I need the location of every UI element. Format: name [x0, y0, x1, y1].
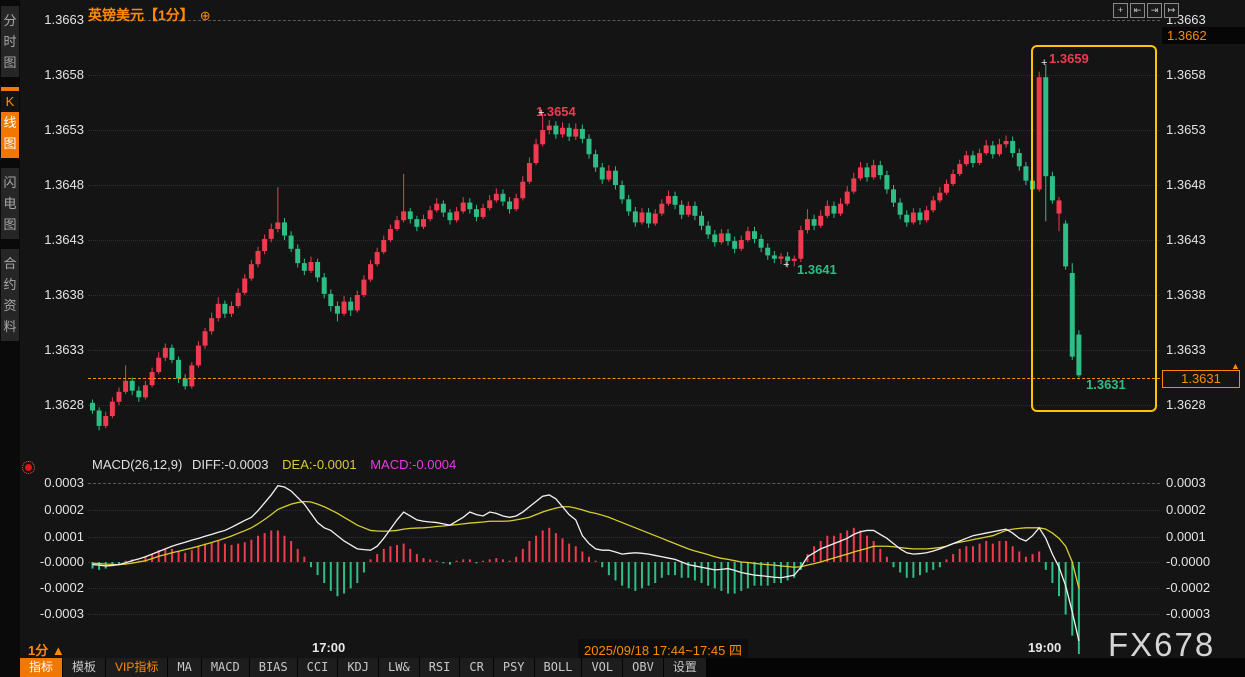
- toolbar-tab-OBV[interactable]: OBV: [623, 658, 663, 677]
- chart-type-sidebar: 分时图 K线图闪电图合约资料: [0, 0, 20, 677]
- time-range-label: 2025/09/18 17:44~17:45 四: [578, 639, 748, 660]
- price-axis-label-left: 1.3643: [20, 233, 84, 247]
- macd-axis-label-left: -0.0003: [20, 607, 84, 621]
- pan-right-icon[interactable]: ↦: [1164, 3, 1179, 18]
- macd-axis-label-left: 0.0003: [20, 476, 84, 490]
- sidebar-tab-闪电图[interactable]: 闪电图: [1, 168, 19, 239]
- add-indicator-icon[interactable]: ⊕: [200, 8, 211, 23]
- macd-axis-label-right: -0.0003: [1166, 607, 1240, 621]
- scale-left-icon[interactable]: ⇤: [1130, 3, 1145, 18]
- toolbar-tab-BOLL[interactable]: BOLL: [535, 658, 582, 677]
- toolbar-tab-指标[interactable]: 指标: [20, 658, 62, 677]
- price-axis-label-left: 1.3633: [20, 343, 84, 357]
- move-icon[interactable]: +: [1113, 3, 1128, 18]
- watermark: FX678: [1108, 626, 1215, 664]
- toolbar-tab-BIAS[interactable]: BIAS: [250, 658, 297, 677]
- period-label: 【1分】: [144, 7, 194, 23]
- macd-header: MACD(26,12,9) DIFF:-0.0003 DEA:-0.0001 M…: [92, 457, 456, 472]
- low-marker-icon: +: [783, 259, 789, 271]
- price-axis-label-right: 1.3628: [1166, 398, 1240, 412]
- last-price-label: 1.3631: [1086, 377, 1126, 392]
- price-axis-label-left: 1.3628: [20, 398, 84, 412]
- price-axis-label-right: 1.3643: [1166, 233, 1240, 247]
- toolbar-tab-设置[interactable]: 设置: [664, 658, 706, 677]
- price-axis-label-right: 1.3638: [1166, 288, 1240, 302]
- candlestick-chart[interactable]: [88, 20, 1160, 452]
- sidebar-tab-分时图[interactable]: 分时图: [1, 6, 19, 77]
- live-indicator-icon: [25, 464, 32, 471]
- interval-selector[interactable]: 1分 ▲: [28, 640, 65, 659]
- toolbar-tab-VIP指标[interactable]: VIP指标: [106, 658, 167, 677]
- symbol-name: 英镑美元: [88, 7, 144, 23]
- symbol-title: 英镑美元【1分】 ⊕: [88, 5, 211, 25]
- toolbar-tab-模板[interactable]: 模板: [63, 658, 105, 677]
- macd-diff-value: DIFF:-0.0003: [192, 457, 269, 472]
- macd-axis-label-left: 0.0001: [20, 530, 84, 544]
- price-axis-label-left: 1.3653: [20, 123, 84, 137]
- macd-axis-label-right: -0.0000: [1166, 555, 1240, 569]
- price-up-arrow-icon: ▲: [1231, 361, 1240, 371]
- last-price-cell: 1.3631: [1162, 370, 1240, 388]
- toolbar-tab-MACD[interactable]: MACD: [202, 658, 249, 677]
- high-marker-icon: +: [538, 107, 544, 119]
- dea-line: [93, 502, 1079, 589]
- price-axis-label-right: 1.3658: [1166, 68, 1240, 82]
- macd-axis-label-right: 0.0003: [1166, 476, 1240, 490]
- macd-axis-label-right: 0.0002: [1166, 503, 1240, 517]
- spike-high-label: 1.3659: [1049, 51, 1089, 66]
- highlight-box: [1031, 45, 1157, 412]
- diff-line: [93, 486, 1079, 641]
- toolbar-tab-KDJ[interactable]: KDJ: [338, 658, 378, 677]
- sidebar-tab-K线图[interactable]: K线图: [1, 87, 19, 158]
- macd-axis-label-left: -0.0002: [20, 581, 84, 595]
- spike-marker-icon: +: [1041, 57, 1047, 69]
- macd-axis-label-left: 0.0002: [20, 503, 84, 517]
- toolbar-tab-VOL[interactable]: VOL: [582, 658, 622, 677]
- toolbar-tab-MA[interactable]: MA: [168, 658, 200, 677]
- price-axis-label-left: 1.3648: [20, 178, 84, 192]
- time-label-19: 19:00: [1028, 640, 1061, 655]
- local-low-label: 1.3641: [797, 262, 837, 277]
- price-axis-label-left: 1.3638: [20, 288, 84, 302]
- macd-axis-label-right: -0.0002: [1166, 581, 1240, 595]
- chart-window: 分时图K线图闪电图合约资料 英镑美元【1分】⊕ +⇤⇥↦ 1.36631.366…: [0, 0, 1245, 677]
- macd-macd-value: MACD:-0.0004: [370, 457, 456, 472]
- toolbar-tab-CCI[interactable]: CCI: [298, 658, 338, 677]
- session-high-price-cell: 1.3662: [1162, 27, 1245, 44]
- macd-axis-label-left: -0.0000: [20, 555, 84, 569]
- toolbar-tab-RSI[interactable]: RSI: [420, 658, 460, 677]
- macd-chart[interactable]: [88, 472, 1160, 658]
- scale-right-icon[interactable]: ⇥: [1147, 3, 1162, 18]
- macd-title: MACD(26,12,9): [92, 457, 182, 472]
- price-axis-label-right: 1.3653: [1166, 123, 1240, 137]
- toolbar-tab-PSY[interactable]: PSY: [494, 658, 534, 677]
- price-axis-label-right: 1.3648: [1166, 178, 1240, 192]
- toolbar-tab-CR[interactable]: CR: [460, 658, 492, 677]
- sidebar-tab-合约资料[interactable]: 合约资料: [1, 249, 19, 341]
- price-axis-label-right: 1.3633: [1166, 343, 1240, 357]
- macd-dea-value: DEA:-0.0001: [282, 457, 356, 472]
- indicator-toolbar: 指标模板VIP指标MAMACDBIASCCIKDJLW&RSICRPSYBOLL…: [20, 658, 1245, 677]
- macd-axis-label-right: 0.0001: [1166, 530, 1240, 544]
- price-axis-label-left: 1.3663: [20, 13, 84, 27]
- chart-control-icons: +⇤⇥↦: [1113, 3, 1179, 18]
- price-axis-label-left: 1.3658: [20, 68, 84, 82]
- time-axis: 1分 ▲ 17:00 2025/09/18 17:44~17:45 四 19:0…: [20, 638, 1245, 658]
- time-label-17: 17:00: [312, 640, 345, 655]
- current-price-line: [88, 378, 1160, 379]
- toolbar-tab-LW&[interactable]: LW&: [379, 658, 419, 677]
- interval-arrow-icon: ▲: [52, 643, 65, 658]
